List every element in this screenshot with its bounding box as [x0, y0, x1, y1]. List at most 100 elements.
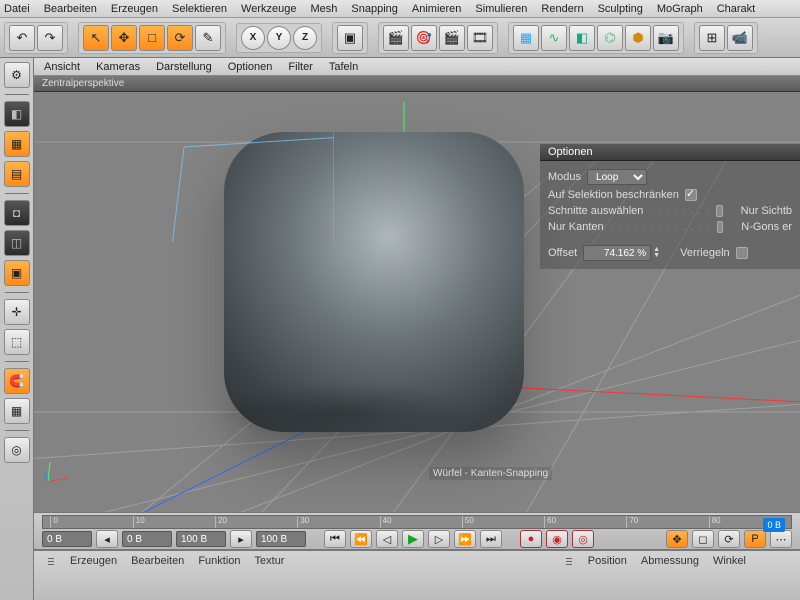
add-primitive-button[interactable]: ▦: [513, 25, 539, 51]
select-cuts-checkbox[interactable]: [716, 205, 722, 217]
record-key-button[interactable]: ●: [520, 530, 542, 548]
add-camera-button[interactable]: 📷: [653, 25, 679, 51]
render-settings-button[interactable]: 🎬: [439, 25, 465, 51]
range-start-prev[interactable]: ◂: [96, 530, 118, 548]
menu-item[interactable]: Mesh: [310, 3, 337, 15]
menu-item[interactable]: Werkzeuge: [241, 3, 296, 15]
restrict-label: Auf Selektion beschränken: [548, 189, 679, 201]
range-start-field[interactable]: 0 B: [122, 531, 172, 547]
goto-end-button[interactable]: ⏭: [480, 530, 502, 548]
drag-handle-icon[interactable]: [48, 551, 56, 571]
add-environment-button[interactable]: ⬢: [625, 25, 651, 51]
attr-tab[interactable]: Funktion: [198, 555, 240, 567]
step-fwd-button[interactable]: ⏩: [454, 530, 476, 548]
autokey-button[interactable]: ◉: [546, 530, 568, 548]
attr-tab[interactable]: Position: [588, 555, 627, 567]
last-tool[interactable]: ✎: [195, 25, 221, 51]
key-pla-button[interactable]: ⋯: [770, 530, 792, 548]
frame-start-field[interactable]: 0 B: [42, 531, 92, 547]
viewport-menu-item[interactable]: Optionen: [228, 61, 273, 73]
menu-item[interactable]: Sculpting: [598, 3, 643, 15]
menu-item[interactable]: Bearbeiten: [44, 3, 97, 15]
rotate-tool[interactable]: ⟳: [167, 25, 193, 51]
range-end-next[interactable]: ▸: [230, 530, 252, 548]
attr-tab[interactable]: Winkel: [713, 555, 746, 567]
drag-handle-icon[interactable]: [566, 551, 574, 571]
viewport-menu-item[interactable]: Darstellung: [156, 61, 212, 73]
current-frame-badge[interactable]: 0 B: [763, 518, 785, 532]
attr-tab[interactable]: Bearbeiten: [131, 555, 184, 567]
axis-z-toggle[interactable]: Z: [293, 26, 317, 50]
viewport-menu: Ansicht Kameras Darstellung Optionen Fil…: [34, 58, 800, 76]
only-edges-checkbox[interactable]: [717, 221, 723, 233]
range-end-field[interactable]: 100 B: [176, 531, 226, 547]
tick: 10: [133, 516, 145, 528]
snap-toggle-button[interactable]: 🧲: [4, 368, 30, 394]
coord-system-button[interactable]: ▣: [337, 25, 363, 51]
camera-icon[interactable]: 📹: [727, 25, 753, 51]
key-rot-button[interactable]: ⟳: [718, 530, 740, 548]
menu-item[interactable]: Animieren: [412, 3, 462, 15]
step-back-button[interactable]: ⏪: [350, 530, 372, 548]
make-editable-button[interactable]: ⚙: [4, 62, 30, 88]
mode-palette: ⚙ ◧ ▦ ▤ ◘ ◫ ▣ ✛ ⬚ 🧲 ▦ ◎: [0, 58, 34, 600]
axis-mode-button[interactable]: ✛: [4, 299, 30, 325]
keyframe-sel-button[interactable]: ◎: [572, 530, 594, 548]
menu-item[interactable]: Rendern: [541, 3, 583, 15]
restrict-checkbox[interactable]: [685, 189, 697, 201]
menu-item[interactable]: Simulieren: [475, 3, 527, 15]
menu-item[interactable]: Erzeugen: [111, 3, 158, 15]
undo-button[interactable]: ↶: [9, 25, 35, 51]
play-fwd-button[interactable]: ▷: [428, 530, 450, 548]
menu-item[interactable]: Charakt: [717, 3, 756, 15]
menu-item[interactable]: MoGraph: [657, 3, 703, 15]
texture-mode-button[interactable]: ▤: [4, 161, 30, 187]
add-generator-button[interactable]: ◧: [569, 25, 595, 51]
viewport-menu-item[interactable]: Tafeln: [329, 61, 358, 73]
add-deformer-button[interactable]: ⌬: [597, 25, 623, 51]
offset-field[interactable]: [583, 245, 651, 261]
move-tool[interactable]: ✥: [111, 25, 137, 51]
add-spline-button[interactable]: ∿: [541, 25, 567, 51]
attr-tab[interactable]: Abmessung: [641, 555, 699, 567]
menu-item[interactable]: Datei: [4, 3, 30, 15]
modus-label: Modus: [548, 171, 581, 183]
play-button[interactable]: ▶: [402, 530, 424, 548]
axis-x-toggle[interactable]: X: [241, 26, 265, 50]
attr-tab[interactable]: Erzeugen: [70, 555, 117, 567]
spinner-arrows-icon[interactable]: ▲▼: [651, 247, 660, 259]
3d-viewport[interactable]: Würfel - Kanten-Snapping Optionen Modu: [34, 92, 800, 512]
lock-checkbox[interactable]: [736, 247, 748, 259]
workplane-button[interactable]: ▦: [4, 398, 30, 424]
viewport-menu-item[interactable]: Filter: [288, 61, 312, 73]
goto-start-button[interactable]: ⏮: [324, 530, 346, 548]
timeline-ruler[interactable]: 0 10 20 30 40 50 60 70 80 0 B: [42, 515, 792, 529]
viewport-menu-item[interactable]: Ansicht: [44, 61, 80, 73]
soft-select-button[interactable]: ◎: [4, 437, 30, 463]
key-pos-button[interactable]: ✥: [666, 530, 688, 548]
viewport-menu-item[interactable]: Kameras: [96, 61, 140, 73]
select-tool[interactable]: ↖: [83, 25, 109, 51]
model-mode-button[interactable]: ◧: [4, 101, 30, 127]
viewport-solo-button[interactable]: ⬚: [4, 329, 30, 355]
render-view-button[interactable]: 🎬: [383, 25, 409, 51]
polys-mode-button[interactable]: ▣: [4, 260, 30, 286]
redo-button[interactable]: ↷: [37, 25, 63, 51]
modus-select[interactable]: Loop: [587, 169, 647, 185]
axis-y-toggle[interactable]: Y: [267, 26, 291, 50]
layout-grid-button[interactable]: ⊞: [699, 25, 725, 51]
key-param-button[interactable]: P: [744, 530, 766, 548]
edges-mode-button[interactable]: ◫: [4, 230, 30, 256]
picture-viewer-button[interactable]: 🎞: [467, 25, 493, 51]
points-mode-button[interactable]: ◘: [4, 200, 30, 226]
key-scale-button[interactable]: ◻: [692, 530, 714, 548]
object-mode-button[interactable]: ▦: [4, 131, 30, 157]
only-visible-label: Nur Sichtb: [741, 205, 792, 217]
render-region-button[interactable]: 🎯: [411, 25, 437, 51]
frame-end-field[interactable]: 100 B: [256, 531, 306, 547]
scale-tool[interactable]: □: [139, 25, 165, 51]
play-back-button[interactable]: ◁: [376, 530, 398, 548]
attr-tab[interactable]: Textur: [255, 555, 285, 567]
menu-item[interactable]: Snapping: [351, 3, 398, 15]
menu-item[interactable]: Selektieren: [172, 3, 227, 15]
